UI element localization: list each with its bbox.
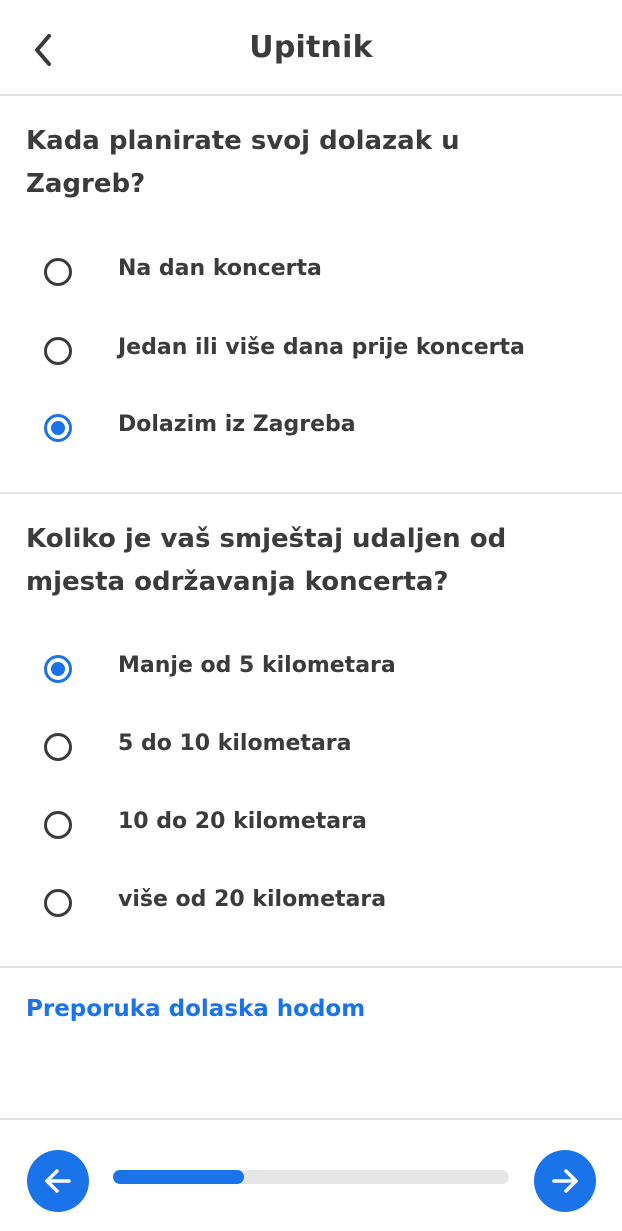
radio-checked-icon[interactable]: [44, 655, 72, 683]
option-label: Jedan ili više dana prije koncerta: [118, 335, 525, 360]
progress-fill: [113, 1170, 244, 1184]
option-na-dan-koncerta[interactable]: Na dan koncerta: [0, 244, 622, 300]
app-header: Upitnik: [0, 0, 622, 96]
section-divider: [0, 492, 622, 494]
radio-icon[interactable]: [44, 811, 72, 839]
option-label: više od 20 kilometara: [118, 887, 387, 912]
recommendation-link[interactable]: Preporuka dolaska hodom: [26, 996, 365, 1022]
page-title: Upitnik: [249, 30, 373, 65]
progress-bar: [113, 1170, 509, 1184]
radio-icon[interactable]: [44, 889, 72, 917]
section-divider: [0, 966, 622, 968]
option-manje-od-5-km[interactable]: Manje od 5 kilometara: [0, 641, 622, 697]
option-label: Manje od 5 kilometara: [118, 653, 396, 678]
arrow-left-icon: [45, 1169, 71, 1193]
previous-button[interactable]: [27, 1150, 89, 1212]
option-5-do-10-km[interactable]: 5 do 10 kilometara: [0, 719, 622, 775]
question-1-text: Kada planirate svoj dolazak u Zagreb?: [26, 126, 460, 199]
radio-icon[interactable]: [44, 337, 72, 365]
option-label: Na dan koncerta: [118, 256, 322, 281]
question-2-text: Koliko je vaš smještaj udaljen od mjesta…: [26, 524, 507, 597]
radio-checked-icon[interactable]: [44, 414, 72, 442]
next-button[interactable]: [534, 1150, 596, 1212]
option-label: Dolazim iz Zagreba: [118, 412, 356, 437]
option-label: 10 do 20 kilometara: [118, 809, 367, 834]
radio-icon[interactable]: [44, 733, 72, 761]
option-vise-od-20-km[interactable]: više od 20 kilometara: [0, 875, 622, 931]
option-10-do-20-km[interactable]: 10 do 20 kilometara: [0, 797, 622, 853]
radio-icon[interactable]: [44, 258, 72, 286]
arrow-right-icon: [552, 1169, 578, 1193]
footer-nav: [0, 1118, 622, 1231]
option-dolazim-iz-zagreba[interactable]: Dolazim iz Zagreba: [0, 400, 622, 456]
option-label: 5 do 10 kilometara: [118, 731, 352, 756]
option-jedan-ili-vise-dana[interactable]: Jedan ili više dana prije koncerta: [0, 323, 622, 379]
